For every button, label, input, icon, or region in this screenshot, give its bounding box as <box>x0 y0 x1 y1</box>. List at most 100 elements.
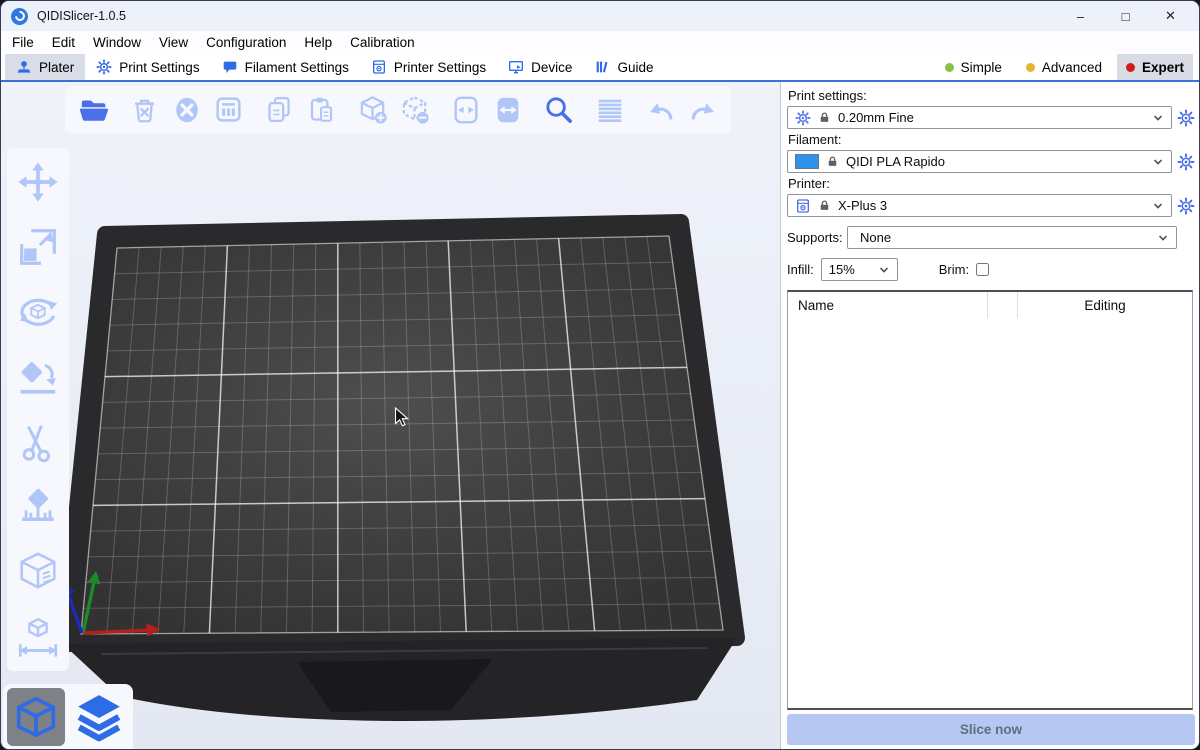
close-button[interactable]: ✕ <box>1148 1 1193 31</box>
extruder-column-header <box>988 292 1018 318</box>
variable-layer-height-button[interactable] <box>591 91 628 129</box>
move-icon <box>15 159 61 205</box>
gear-icon <box>1177 109 1195 127</box>
top-toolbar <box>65 86 731 133</box>
tab-device-label: Device <box>531 60 572 75</box>
menu-view[interactable]: View <box>150 35 197 50</box>
lock-icon <box>818 199 831 212</box>
filament-gear-button[interactable] <box>1176 152 1195 171</box>
object-list-table: Name Editing <box>787 290 1193 710</box>
tab-print-settings[interactable]: Print Settings <box>85 54 210 80</box>
menu-calibration[interactable]: Calibration <box>341 35 424 50</box>
menu-help[interactable]: Help <box>295 35 341 50</box>
printer-icon <box>795 198 811 214</box>
paint-supports-button[interactable] <box>13 482 63 532</box>
print-settings-combo[interactable]: 0.20mm Fine <box>787 106 1172 129</box>
tab-guide[interactable]: Guide <box>583 54 664 80</box>
copy-button[interactable] <box>261 91 298 129</box>
split-to-objects-button[interactable] <box>447 91 484 129</box>
tab-filament-settings[interactable]: Filament Settings <box>211 54 360 80</box>
tab-plater[interactable]: Plater <box>5 54 85 80</box>
open-folder-icon <box>79 95 109 125</box>
gear-icon <box>96 59 112 75</box>
rotate-icon <box>15 289 61 335</box>
menu-file[interactable]: File <box>3 35 43 50</box>
redo-icon <box>688 95 718 125</box>
add-instance-button[interactable] <box>354 91 391 129</box>
left-toolbar <box>7 148 69 671</box>
app-logo-icon <box>11 8 28 25</box>
paste-button[interactable] <box>303 91 340 129</box>
place-on-face-button[interactable] <box>13 352 63 402</box>
open-button[interactable] <box>75 91 112 129</box>
delete-all-button[interactable] <box>168 91 205 129</box>
mode-simple-label: Simple <box>961 60 1002 75</box>
split-to-parts-button[interactable] <box>489 91 526 129</box>
print-settings-value: 0.20mm Fine <box>838 110 1145 125</box>
cut-button[interactable] <box>13 417 63 467</box>
undo-button[interactable] <box>642 91 679 129</box>
lock-icon <box>826 155 839 168</box>
editing-column-header: Editing <box>1018 298 1192 313</box>
mouse-cursor <box>394 407 414 429</box>
seam-painting-button[interactable] <box>13 547 63 597</box>
move-button[interactable] <box>13 157 63 207</box>
printer-label: Printer: <box>788 176 1195 191</box>
search-button[interactable] <box>540 91 577 129</box>
mode-advanced-label: Advanced <box>1042 60 1102 75</box>
window-title: QIDISlicer-1.0.5 <box>37 9 126 23</box>
menu-configuration[interactable]: Configuration <box>197 35 295 50</box>
printer-gear-button[interactable] <box>1176 196 1195 215</box>
maximize-button[interactable]: □ <box>1103 1 1148 31</box>
arrange-button[interactable] <box>210 91 247 129</box>
supports-label: Supports: <box>787 230 847 245</box>
minimize-button[interactable]: – <box>1058 1 1103 31</box>
mode-simple[interactable]: Simple <box>936 54 1011 80</box>
slice-now-button[interactable]: Slice now <box>787 714 1195 745</box>
scissors-icon <box>15 419 61 465</box>
filament-combo[interactable]: QIDI PLA Rapido <box>787 150 1172 173</box>
arrange-icon <box>214 95 243 124</box>
expert-mode-dot-icon <box>1126 63 1135 72</box>
menu-edit[interactable]: Edit <box>43 35 84 50</box>
mode-expert-label: Expert <box>1142 60 1184 75</box>
printer-combo[interactable]: X-Plus 3 <box>787 194 1172 217</box>
split-objects-icon <box>451 95 481 125</box>
rotate-button[interactable] <box>13 287 63 337</box>
3d-viewport[interactable] <box>1 82 780 749</box>
mode-advanced[interactable]: Advanced <box>1017 54 1111 80</box>
gear-icon <box>795 110 811 126</box>
object-list-body[interactable] <box>788 318 1192 708</box>
trash-icon <box>130 95 159 124</box>
titlebar: QIDISlicer-1.0.5 – □ ✕ <box>1 1 1199 31</box>
menu-window[interactable]: Window <box>84 35 150 50</box>
delete-button[interactable] <box>126 91 163 129</box>
name-column-header: Name <box>788 292 988 318</box>
settings-sidebar: Print settings: 0.20mm Fine Filament: QI… <box>780 82 1199 749</box>
tab-guide-label: Guide <box>617 60 653 75</box>
search-icon <box>543 94 574 125</box>
tab-printer-settings[interactable]: Printer Settings <box>360 54 497 80</box>
redo-button[interactable] <box>684 91 721 129</box>
paste-icon <box>307 95 336 124</box>
supports-combo[interactable]: None <box>847 226 1177 249</box>
scale-button[interactable] <box>13 222 63 272</box>
infill-combo[interactable]: 15% <box>821 258 898 281</box>
tab-print-settings-label: Print Settings <box>119 60 199 75</box>
app-window: QIDISlicer-1.0.5 – □ ✕ File Edit Window … <box>0 0 1200 750</box>
supports-value: None <box>860 230 1150 245</box>
brim-label: Brim: <box>939 262 969 277</box>
filament-icon <box>222 59 238 75</box>
object-list-header: Name Editing <box>788 292 1192 318</box>
preview-view-button[interactable] <box>70 688 128 746</box>
brim-checkbox[interactable] <box>976 263 989 276</box>
mode-expert[interactable]: Expert <box>1117 54 1193 80</box>
print-settings-gear-button[interactable] <box>1176 108 1195 127</box>
printer-icon <box>371 59 387 75</box>
tab-device[interactable]: Device <box>497 54 583 80</box>
3d-editor-view-button[interactable] <box>7 688 65 746</box>
measure-button[interactable] <box>13 612 63 662</box>
simple-mode-dot-icon <box>945 63 954 72</box>
remove-instance-button[interactable] <box>396 91 433 129</box>
filament-value: QIDI PLA Rapido <box>846 154 1145 169</box>
